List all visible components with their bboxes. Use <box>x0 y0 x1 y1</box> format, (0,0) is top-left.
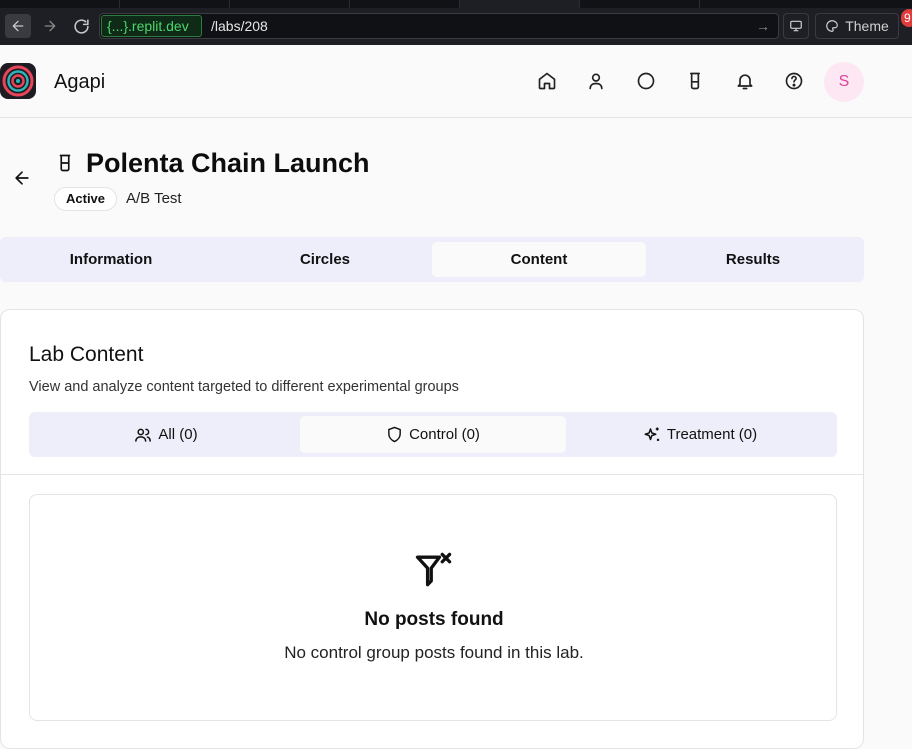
empty-state-title: No posts found <box>364 609 504 630</box>
go-arrow-icon[interactable]: → <box>756 18 770 34</box>
lab-tabs: Information Circles Content Results <box>0 237 864 282</box>
filter-x-icon <box>412 548 456 592</box>
beaker-icon[interactable] <box>684 70 706 92</box>
tab-results[interactable]: Results <box>646 242 860 277</box>
target-logo-icon <box>2 65 34 97</box>
browser-tab-active[interactable] <box>460 0 580 8</box>
group-tab-label: Control (0) <box>409 426 480 443</box>
group-tabs: All (0) Control (0) Treatment (0) <box>29 412 837 457</box>
card-title: Lab Content <box>29 343 144 366</box>
address-bar[interactable]: {...}.replit.dev /labs/208 → <box>99 13 779 39</box>
page-title: Polenta Chain Launch <box>86 148 370 178</box>
empty-state-text: No control group posts found in this lab… <box>284 643 584 662</box>
tab-circles[interactable]: Circles <box>218 242 432 277</box>
sparkles-icon <box>644 427 659 441</box>
arrow-left-icon <box>12 20 24 32</box>
browser-tab[interactable] <box>120 0 230 8</box>
browser-toolbar: {...}.replit.dev /labs/208 → Theme 9 <box>0 0 912 45</box>
back-arrow-icon[interactable] <box>12 168 32 188</box>
browser-tab[interactable] <box>230 0 350 8</box>
browser-tab-strip <box>0 0 912 8</box>
url-path: /labs/208 <box>211 18 268 34</box>
tab-content[interactable]: Content <box>432 242 646 277</box>
forward-button[interactable] <box>37 14 63 38</box>
browser-tab[interactable] <box>0 0 120 8</box>
home-icon[interactable] <box>536 70 558 92</box>
group-tab-treatment[interactable]: Treatment (0) <box>567 416 833 453</box>
group-tab-all[interactable]: All (0) <box>33 416 299 453</box>
empty-state: No posts found No control group posts fo… <box>29 494 837 721</box>
bell-icon[interactable] <box>734 70 756 92</box>
theme-label: Theme <box>845 18 889 34</box>
back-button[interactable] <box>5 14 31 38</box>
card-subtitle: View and analyze content targeted to dif… <box>29 379 459 395</box>
reload-button[interactable] <box>68 14 94 38</box>
beaker-icon <box>56 153 74 173</box>
app-logo[interactable] <box>0 63 36 99</box>
screen-button[interactable] <box>783 13 809 39</box>
group-tab-label: All (0) <box>158 426 198 443</box>
browser-tab[interactable] <box>580 0 700 8</box>
url-host: {...}.replit.dev <box>101 15 202 37</box>
shield-icon <box>388 426 401 443</box>
avatar[interactable]: S <box>824 62 864 102</box>
app-name: Agapi <box>54 71 106 93</box>
lab-type-label: A/B Test <box>126 190 182 207</box>
palette-icon <box>826 20 839 32</box>
arrow-right-icon <box>44 20 56 32</box>
tab-information[interactable]: Information <box>4 242 218 277</box>
theme-button[interactable]: Theme <box>815 13 899 39</box>
app-header: Agapi S <box>0 45 912 118</box>
notification-badge[interactable]: 9 <box>901 9 912 27</box>
help-icon[interactable] <box>783 70 805 92</box>
monitor-icon <box>790 20 802 32</box>
lab-content-card: Lab Content View and analyze content tar… <box>0 309 864 749</box>
group-tab-label: Treatment (0) <box>666 426 758 443</box>
divider <box>1 474 863 475</box>
browser-tab[interactable] <box>350 0 460 8</box>
reload-icon <box>73 18 89 34</box>
status-badge: Active <box>54 187 118 211</box>
user-icon[interactable] <box>585 70 607 92</box>
group-tab-control[interactable]: Control (0) <box>300 416 566 453</box>
users-icon <box>135 428 152 442</box>
circle-icon[interactable] <box>635 70 657 92</box>
